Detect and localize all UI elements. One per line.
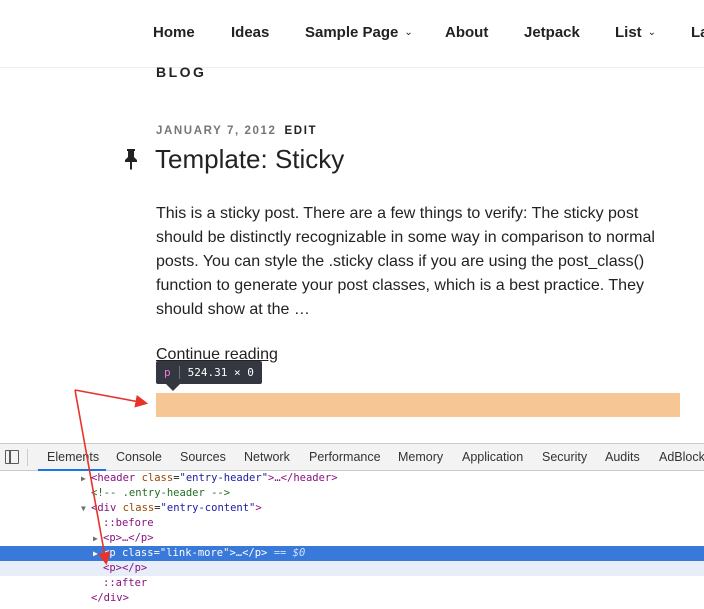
tab-audits[interactable]: Audits <box>605 450 640 464</box>
tooltip-tag-name: p <box>164 366 171 379</box>
post-title-text: Template: Sticky <box>155 144 345 174</box>
dom-node-after[interactable]: ::after <box>0 576 704 591</box>
tab-application[interactable]: Application <box>462 450 523 464</box>
nav-item-label: About <box>445 24 489 41</box>
dom-node-entry-content[interactable]: ▼ <div class="entry-content"> <box>0 501 704 516</box>
tab-memory[interactable]: Memory <box>398 450 443 464</box>
tab-elements[interactable]: Elements <box>47 450 99 464</box>
pushpin-icon <box>125 149 137 170</box>
tab-adblock[interactable]: AdBlock <box>659 450 704 464</box>
nav-item-label: La <box>691 24 704 41</box>
tooltip-divider <box>178 366 180 379</box>
dock-side-icon[interactable] <box>5 450 19 464</box>
post-meta: JANUARY 7, 2012 EDIT <box>156 125 317 137</box>
post-excerpt: This is a sticky post. There are a few t… <box>156 205 655 318</box>
node-pseudo: ::before <box>103 517 154 529</box>
chevron-down-icon: ⌄ <box>404 27 413 38</box>
nav-item-truncated[interactable]: La <box>691 24 704 41</box>
tab-console[interactable]: Console <box>116 450 162 464</box>
main-navigation: Home Ideas Sample Page ⌄ About Jetpack Li… <box>0 0 704 68</box>
node-attr: class <box>121 547 154 559</box>
arrow-to-highlight <box>74 389 149 408</box>
node-tag: <p <box>103 547 122 559</box>
nav-item-label: Sample Page <box>305 24 399 41</box>
chevron-down-icon: ⌄ <box>647 27 657 38</box>
node-tag: <p>…</p> <box>103 532 154 544</box>
section-label: BLOG <box>156 64 207 80</box>
dom-node-link-more[interactable]: ▶ <p class="link-more">…</p> == $0 <box>0 546 704 561</box>
node-tag: <div <box>91 502 123 514</box>
dom-node-div-close[interactable]: </div> <box>0 591 704 606</box>
dom-node-header[interactable]: ▶ <header class="entry-header">…</header… <box>0 471 704 486</box>
dom-node-empty-p[interactable]: <p></p> <box>0 561 704 576</box>
expand-triangle-icon[interactable]: ▶ <box>93 546 98 561</box>
node-attr-value: "entry-content" <box>160 502 256 514</box>
nav-item-list[interactable]: List ⌄ <box>615 24 656 41</box>
post-title[interactable]: Template: Sticky <box>155 144 344 175</box>
nav-item-label: Jetpack <box>524 24 580 41</box>
expand-triangle-icon[interactable]: ▶ <box>81 471 86 486</box>
nav-item-label: List <box>615 24 642 41</box>
devtools-panel: Elements Console Sources Network Perform… <box>0 443 704 609</box>
inspector-tooltip: p 524.31 × 0 <box>156 361 262 384</box>
nav-item-ideas[interactable]: Ideas <box>231 24 269 41</box>
node-tag: <p></p> <box>103 562 148 574</box>
nav-item-label: Ideas <box>231 24 270 41</box>
tooltip-dimensions: 524.31 × 0 <box>187 366 254 379</box>
expand-triangle-icon[interactable]: ▶ <box>93 531 98 546</box>
console-ref: == $0 <box>267 547 306 559</box>
collapse-triangle-icon[interactable]: ▼ <box>81 501 86 516</box>
nav-item-about[interactable]: About <box>445 24 488 41</box>
nav-item-sample-page[interactable]: Sample Page ⌄ <box>305 24 413 41</box>
dom-node-comment[interactable]: <!-- .entry-header --> <box>0 486 704 501</box>
post-date-link[interactable]: JANUARY 7, 2012 <box>156 125 277 137</box>
nav-item-home[interactable]: Home <box>153 24 195 41</box>
node-attr-value: "link-more" <box>159 547 230 559</box>
node-attr: class <box>122 502 155 514</box>
tab-security[interactable]: Security <box>542 450 587 464</box>
node-attr-value: "entry-header" <box>179 472 269 484</box>
tab-network[interactable]: Network <box>244 450 290 464</box>
tabbar-divider <box>27 449 28 466</box>
node-tag: </div> <box>91 592 129 604</box>
nav-item-jetpack[interactable]: Jetpack <box>524 24 580 41</box>
tooltip-pointer <box>166 384 180 391</box>
nav-item-label: Home <box>153 24 195 41</box>
node-attr: class <box>141 472 174 484</box>
tab-sources[interactable]: Sources <box>180 450 226 464</box>
tab-performance[interactable]: Performance <box>309 450 381 464</box>
dom-node-p[interactable]: ▶ <p>…</p> <box>0 531 704 546</box>
dom-node-before[interactable]: ::before <box>0 516 704 531</box>
node-comment: <!-- .entry-header --> <box>91 487 231 499</box>
devtools-tabbar: Elements Console Sources Network Perform… <box>0 444 704 471</box>
node-pseudo: ::after <box>103 577 148 589</box>
inspected-element-highlight <box>156 393 680 417</box>
node-tag-rest: >…</p> <box>229 547 268 559</box>
node-tag-rest: >…</header> <box>268 472 338 484</box>
node-tag: <header <box>91 472 142 484</box>
node-tag-rest: > <box>255 502 262 514</box>
edit-link[interactable]: EDIT <box>285 125 318 137</box>
